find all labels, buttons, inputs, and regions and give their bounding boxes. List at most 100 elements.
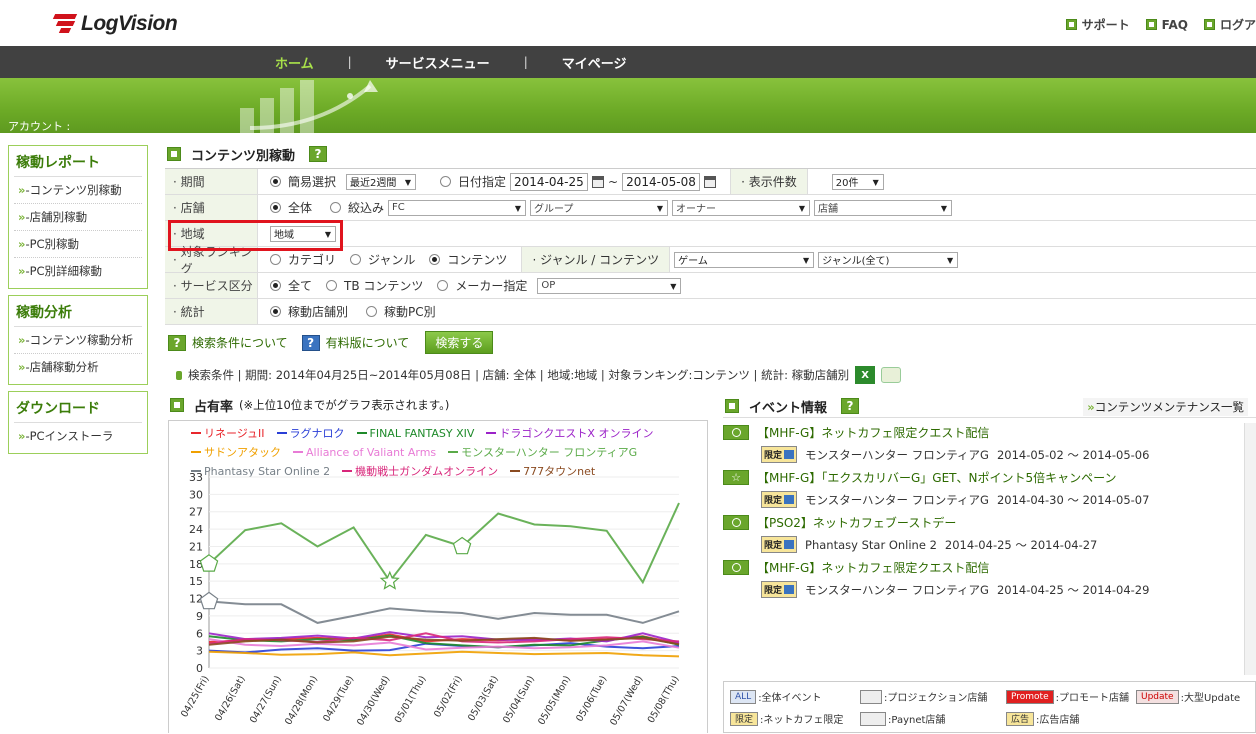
limited-badge: 限定: [761, 536, 798, 553]
share-note: (※上位10位までがグラフ表示されます。): [239, 398, 450, 412]
square-bullet-icon: [1145, 19, 1157, 30]
y-tick-label: 3: [196, 645, 203, 658]
update-badge: Update: [1136, 689, 1179, 704]
list-item: 【MHF-G】ネットカフェ限定クエスト配信 限定 モンスターハンター フロンティア…: [723, 559, 1256, 598]
genre-select[interactable]: ジャンル(全て) ▼: [818, 251, 959, 268]
main-nav: ホーム | サービスメニュー | マイページ: [0, 46, 1256, 78]
maintenance-list-link[interactable]: »コンテンツメンテナンス一覧: [1083, 398, 1248, 416]
period-select[interactable]: 最近2週間 ▼: [346, 173, 417, 190]
nav-home[interactable]: ホーム: [275, 53, 314, 72]
top-links: サポート FAQ ログア: [1065, 16, 1256, 33]
y-tick-label: 24: [189, 523, 203, 536]
radio-date[interactable]: [440, 176, 452, 187]
sidebar: 稼動レポート »-コンテンツ別稼動 »-店舗別稼動 »-PC別稼動 »-PC別詳…: [8, 145, 148, 460]
circle-icon: [723, 560, 749, 575]
radio-category[interactable]: [270, 254, 281, 265]
event-link[interactable]: 【PSO2】ネットカフェブーストデー: [757, 514, 956, 531]
help-icon[interactable]: ?: [841, 398, 860, 414]
page-title: コンテンツ別稼動: [191, 148, 296, 164]
faq-link[interactable]: FAQ: [1145, 16, 1188, 33]
series-line: [208, 650, 680, 658]
print-icon[interactable]: [881, 367, 902, 383]
nav-service-menu[interactable]: サービスメニュー: [386, 53, 490, 72]
sidebar-item-pc-detail[interactable]: »-PC別詳細稼動: [14, 258, 142, 284]
circle-icon: [723, 425, 749, 440]
excel-download-icon[interactable]: X: [855, 366, 876, 384]
owner-select[interactable]: オーナー ▼: [672, 199, 811, 216]
x-tick-label: 04/28(Mon): [283, 674, 320, 727]
square-bullet-icon: [170, 398, 184, 412]
support-link[interactable]: サポート: [1065, 16, 1130, 33]
event-link[interactable]: 【MHF-G】ネットカフェ限定クエスト配信: [757, 424, 989, 441]
sidebar-item-content-analysis[interactable]: »-コンテンツ稼動分析: [14, 327, 142, 354]
region-select[interactable]: 地域 ▼: [270, 225, 336, 242]
share-title: 占有率: [194, 399, 234, 415]
row-service: · サービス区分 全て TB コンテンツ メーカー指定 OP ▼: [165, 273, 1256, 299]
row-ranking: · 対象ランキング カテゴリ ジャンル コンテンツ · ジャンル / コンテンツ…: [165, 245, 1256, 276]
sidebar-item-content[interactable]: »-コンテンツ別稼動: [14, 177, 142, 204]
radio-content[interactable]: [429, 254, 441, 265]
x-tick-label: 04/30(Wed): [355, 674, 392, 728]
store-select[interactable]: 店舗 ▼: [814, 199, 953, 216]
share-line-chart: 0369121518212427303304/25(Fri) 04/26(Sat)…: [179, 471, 682, 728]
logout-link[interactable]: ログア: [1203, 16, 1256, 33]
sidebar-item-store[interactable]: »-店舗別稼動: [14, 204, 142, 231]
y-tick-label: 30: [189, 488, 203, 501]
game-select[interactable]: ゲーム ▼: [674, 251, 815, 268]
nav-mypage[interactable]: マイページ: [562, 53, 627, 72]
calendar-icon[interactable]: [592, 175, 605, 188]
main-content: コンテンツ別稼動 ? · 期間 簡易選択 最近2週間 ▼ 日付指定 2014-04…: [165, 140, 1256, 325]
limited-badge: 限定: [730, 711, 759, 726]
x-tick-label: 05/06(Tue): [574, 674, 609, 724]
radio-pc-based[interactable]: [366, 306, 378, 317]
count-select[interactable]: 20件 ▼: [831, 173, 884, 190]
logo[interactable]: LogVision: [52, 12, 178, 36]
search-conditions-link[interactable]: 検索条件について: [192, 334, 288, 351]
date-to-input[interactable]: 2014-05-08: [622, 172, 701, 191]
radio-store-based[interactable]: [270, 306, 281, 317]
sidebar-section-report: 稼動レポート »-コンテンツ別稼動 »-店舗別稼動 »-PC別稼動 »-PC別詳…: [8, 145, 148, 289]
sidebar-item-store-analysis[interactable]: »-店舗稼動分析: [14, 354, 142, 380]
paid-version-link[interactable]: 有料版について: [326, 334, 410, 351]
x-tick-label: 05/03(Sat): [466, 674, 501, 723]
limited-badge: 限定: [761, 446, 798, 463]
row-stats: · 統計 稼動店舗別 稼動PC別: [165, 299, 1256, 325]
radio-tb[interactable]: [326, 280, 338, 291]
maker-select[interactable]: OP ▼: [537, 277, 682, 294]
radio-service-all[interactable]: [270, 280, 281, 291]
radio-store-all[interactable]: [270, 202, 281, 213]
share-chart-panel: 占有率 (※上位10位までがグラフ表示されます。) リネージュII ラグナロク FI…: [168, 395, 708, 733]
radio-maker[interactable]: [437, 280, 449, 291]
help-icon[interactable]: ?: [309, 146, 328, 162]
help-icon: ?: [301, 334, 320, 351]
y-tick-label: 0: [196, 662, 203, 675]
event-scrollbar[interactable]: [1244, 423, 1256, 675]
logo-text: LogVision: [81, 12, 178, 35]
calendar-icon[interactable]: [704, 175, 717, 188]
projection-badge-icon: [860, 689, 882, 704]
fc-select[interactable]: FC ▼: [388, 199, 527, 216]
list-item: 【PSO2】ネットカフェブーストデー 限定 Phantasy Star Onlin…: [723, 514, 1256, 553]
sidebar-item-pc[interactable]: »-PC別稼動: [14, 231, 142, 258]
group-select[interactable]: グループ ▼: [530, 199, 669, 216]
date-from-input[interactable]: 2014-04-25: [510, 172, 589, 191]
x-tick-label: 05/01(Thu): [393, 674, 429, 725]
radio-simple[interactable]: [270, 176, 281, 187]
series-line: [208, 502, 680, 585]
list-item: ☆ 【MHF-G】「エクスカリバーG」GET、Nポイント5倍キャンペーン 限定 モン…: [723, 469, 1256, 508]
radio-genre[interactable]: [350, 254, 362, 265]
event-link[interactable]: 【MHF-G】「エクスカリバーG」GET、Nポイント5倍キャンペーン: [757, 469, 1117, 486]
bullet-icon: [176, 370, 182, 380]
event-title: イベント情報: [749, 400, 828, 416]
list-item: 【MHF-G】ネットカフェ限定クエスト配信 限定 モンスターハンター フロンティア…: [723, 424, 1256, 463]
y-tick-label: 6: [196, 627, 203, 640]
sidebar-section-analysis: 稼動分析 »-コンテンツ稼動分析 »-店舗稼動分析: [8, 295, 148, 385]
sidebar-item-pc-installer[interactable]: »-PCインストーラ: [14, 423, 142, 449]
event-link[interactable]: 【MHF-G】ネットカフェ限定クエスト配信: [757, 559, 989, 576]
radio-store-filter[interactable]: [330, 202, 342, 213]
y-tick-label: 9: [196, 610, 203, 623]
search-button[interactable]: 検索する: [425, 331, 494, 354]
link-row: ? 検索条件について ? 有料版について 検索する: [168, 331, 494, 354]
y-tick-label: 21: [189, 540, 203, 553]
x-tick-label: 04/29(Tue): [321, 674, 356, 724]
